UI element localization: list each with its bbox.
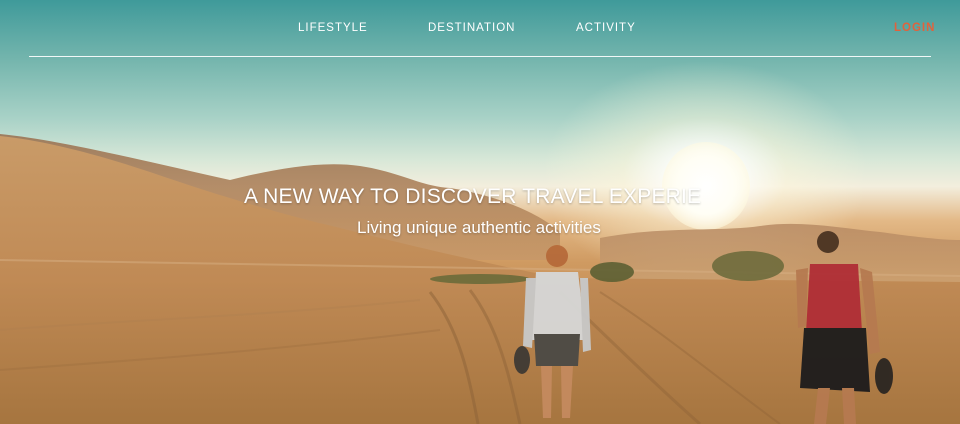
top-navigation: LIFESTYLE DESTINATION ACTIVITY LOGIN xyxy=(0,0,960,56)
nav-activity-link[interactable]: ACTIVITY xyxy=(576,22,636,34)
nav-divider xyxy=(29,56,931,57)
login-link[interactable]: LOGIN xyxy=(894,22,935,34)
hero-subheadline: Living unique authentic activities xyxy=(357,218,601,237)
nav-destination-link[interactable]: DESTINATION xyxy=(428,22,515,34)
nav-lifestyle-link[interactable]: LIFESTYLE xyxy=(298,22,368,34)
hero-banner: LIFESTYLE DESTINATION ACTIVITY LOGIN A N… xyxy=(0,0,960,424)
desert-landscape-image xyxy=(0,134,960,424)
hero-headline: A NEW WAY TO DISCOVER TRAVEL EXPERIE xyxy=(244,185,702,208)
